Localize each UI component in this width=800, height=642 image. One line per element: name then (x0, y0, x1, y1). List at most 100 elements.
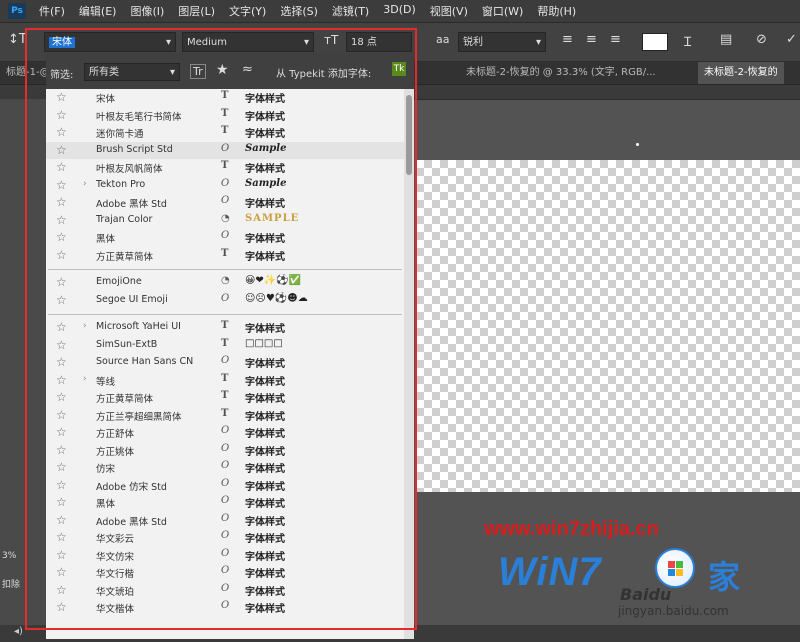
font-list-item[interactable]: ☆ Adobe 黑体 Std O 字体样式 (46, 194, 404, 212)
favorite-star-icon[interactable]: ☆ (56, 513, 67, 527)
font-list-item[interactable]: ☆ EmojiOne ◔ 😀❤✨⚽✅ (46, 274, 404, 292)
font-list-item[interactable]: ☆ 宋体 T 字体样式 (46, 89, 404, 107)
menu-item[interactable]: 图层(L) (171, 3, 222, 19)
chevron-right-icon[interactable]: › (83, 321, 87, 331)
font-list-item[interactable]: ☆ 黑体 O 字体样式 (46, 494, 404, 512)
favorite-star-icon[interactable]: ☆ (56, 108, 67, 122)
favorite-star-icon[interactable]: ☆ (56, 275, 67, 289)
font-sample: 字体样式 (245, 394, 285, 405)
font-list-item[interactable]: ☆ SimSun-ExtB T □□□□ (46, 337, 404, 355)
font-list-scrollbar[interactable] (404, 89, 414, 639)
font-list-item[interactable]: ☆ Source Han Sans CN O 字体样式 (46, 354, 404, 372)
character-panel-icon[interactable]: ▤ (720, 32, 732, 47)
favorite-star-icon[interactable]: ☆ (56, 530, 67, 544)
font-style-field[interactable]: Medium ▾ (182, 32, 314, 52)
favorite-star-icon[interactable]: ☆ (56, 495, 67, 509)
tab-document-3[interactable]: 未标题-2-恢复的 (698, 62, 784, 84)
font-list-item[interactable]: ☆ Adobe 黑体 Std O 字体样式 (46, 512, 404, 530)
align-center-icon[interactable]: ≡ (586, 32, 597, 47)
menu-bar: Ps 件(F) 编辑(E) 图像(I) 图层(L) 文字(Y) 选择(S) 滤镜(T) 3D(… (0, 0, 800, 23)
favorite-star-icon[interactable]: ☆ (56, 373, 67, 387)
favorite-star-icon[interactable]: ☆ (56, 213, 67, 227)
menu-item[interactable]: 滤镜(T) (325, 3, 376, 19)
font-list-item[interactable]: ☆ 仿宋 O 字体样式 (46, 459, 404, 477)
font-list-item[interactable]: ☆ 方正兰亭超细黑简体 T 字体样式 (46, 407, 404, 425)
font-list-item[interactable]: ☆ 华文彩云 O 字体样式 (46, 529, 404, 547)
favorite-star-icon[interactable]: ☆ (56, 143, 67, 157)
warp-text-icon[interactable]: Ɪ (684, 32, 691, 50)
favorite-star-icon[interactable]: ☆ (56, 160, 67, 174)
font-list-item[interactable]: ☆ › 等线 T 字体样式 (46, 372, 404, 390)
favorite-star-icon[interactable]: ☆ (56, 320, 67, 334)
favorite-star-icon[interactable]: ☆ (56, 195, 67, 209)
favorite-star-icon[interactable]: ☆ (56, 90, 67, 104)
font-list-item[interactable]: ☆ 华文行楷 O 字体样式 (46, 564, 404, 582)
typekit-icon[interactable]: Tk (392, 62, 406, 76)
favorite-star-icon[interactable]: ☆ (56, 230, 67, 244)
font-list-item[interactable]: ☆ Trajan Color ◔ SAMPLE (46, 212, 404, 230)
text-orientation-icon[interactable]: ↕T (8, 32, 27, 47)
font-list-item[interactable]: ☆ 方正黄草简体 T 字体样式 (46, 389, 404, 407)
favorite-star-icon[interactable]: ☆ (56, 425, 67, 439)
favorite-star-icon[interactable]: ☆ (56, 338, 67, 352)
menu-item[interactable]: 件(F) (32, 3, 72, 19)
font-list-item[interactable]: ☆ › Tekton Pro O Sample (46, 177, 404, 195)
favorite-star-icon[interactable]: ☆ (56, 583, 67, 597)
menu-item[interactable]: 帮助(H) (530, 3, 583, 19)
favorite-star-icon[interactable]: ☆ (56, 600, 67, 614)
font-list-item[interactable]: ☆ 迷你简卡通 T 字体样式 (46, 124, 404, 142)
font-list-item[interactable]: ☆ Segoe UI Emoji O ☺☹♥⚽☻☁ (46, 292, 404, 310)
font-list-item[interactable]: ☆ 方正舒体 O 字体样式 (46, 424, 404, 442)
menu-item[interactable]: 窗口(W) (475, 3, 530, 19)
font-list-item[interactable]: ☆ 华文琥珀 O 字体样式 (46, 582, 404, 600)
align-right-icon[interactable]: ≡ (610, 32, 621, 47)
play-icon[interactable]: ◂) (14, 626, 23, 637)
favorite-star-icon[interactable]: ☆ (56, 125, 67, 139)
favorites-star-icon[interactable]: ★ (216, 62, 229, 78)
menu-item[interactable]: 选择(S) (273, 3, 325, 19)
document-canvas[interactable] (416, 160, 800, 492)
similar-fonts-icon[interactable]: Tr (190, 64, 206, 79)
chevron-right-icon[interactable]: › (83, 374, 87, 384)
font-list-item[interactable]: ☆ › Microsoft YaHei UI T 字体样式 (46, 319, 404, 337)
menu-item[interactable]: 视图(V) (423, 3, 475, 19)
font-family-value: 宋体 (49, 37, 75, 48)
cancel-icon[interactable]: ⊘ (756, 32, 767, 47)
font-size-field[interactable]: 18 点 (346, 32, 412, 52)
antialias-field[interactable]: 锐利 ▾ (458, 32, 546, 52)
commit-icon[interactable]: ✓ (786, 32, 797, 47)
font-list-item[interactable]: ☆ 华文仿宋 O 字体样式 (46, 547, 404, 565)
favorite-star-icon[interactable]: ☆ (56, 460, 67, 474)
favorite-star-icon[interactable]: ☆ (56, 293, 67, 307)
favorite-star-icon[interactable]: ☆ (56, 443, 67, 457)
align-left-icon[interactable]: ≡ (562, 32, 573, 47)
similar-icon[interactable]: ≈ (242, 62, 253, 77)
chevron-right-icon[interactable]: › (83, 179, 87, 189)
favorite-star-icon[interactable]: ☆ (56, 408, 67, 422)
font-name: Adobe 黑体 Std (96, 199, 167, 210)
favorite-star-icon[interactable]: ☆ (56, 248, 67, 262)
font-list-item[interactable]: ☆ 华文楷体 O 字体样式 (46, 599, 404, 617)
text-color-swatch[interactable] (642, 33, 668, 51)
menu-item[interactable]: 编辑(E) (72, 3, 124, 19)
font-list-item[interactable]: ☆ 叶根友毛笔行书简体 T 字体样式 (46, 107, 404, 125)
menu-item[interactable]: 图像(I) (123, 3, 171, 19)
tab-document-2[interactable]: 未标题-2-恢复的 @ 33.3% (文字, RGB/... (460, 62, 662, 84)
favorite-star-icon[interactable]: ☆ (56, 478, 67, 492)
font-list-item[interactable]: ☆ 叶根友风帆简体 T 字体样式 (46, 159, 404, 177)
scrollbar-thumb[interactable] (406, 95, 412, 175)
favorite-star-icon[interactable]: ☆ (56, 390, 67, 404)
favorite-star-icon[interactable]: ☆ (56, 355, 67, 369)
font-list-item[interactable]: ☆ Brush Script Std O Sample (46, 141, 404, 159)
font-list-item[interactable]: ☆ 方正姚体 O 字体样式 (46, 442, 404, 460)
favorite-star-icon[interactable]: ☆ (56, 548, 67, 562)
menu-item[interactable]: 3D(D) (376, 3, 423, 19)
favorite-star-icon[interactable]: ☆ (56, 565, 67, 579)
menu-item[interactable]: 文字(Y) (222, 3, 273, 19)
font-list-item[interactable]: ☆ Adobe 仿宋 Std O 字体样式 (46, 477, 404, 495)
font-family-field[interactable]: 宋体 ▾ (44, 32, 176, 52)
font-list-item[interactable]: ☆ 黑体 O 字体样式 (46, 229, 404, 247)
font-class-filter[interactable]: 所有类 ▾ (84, 63, 180, 81)
favorite-star-icon[interactable]: ☆ (56, 178, 67, 192)
font-list-item[interactable]: ☆ 方正黄草简体 T 字体样式 (46, 247, 404, 265)
